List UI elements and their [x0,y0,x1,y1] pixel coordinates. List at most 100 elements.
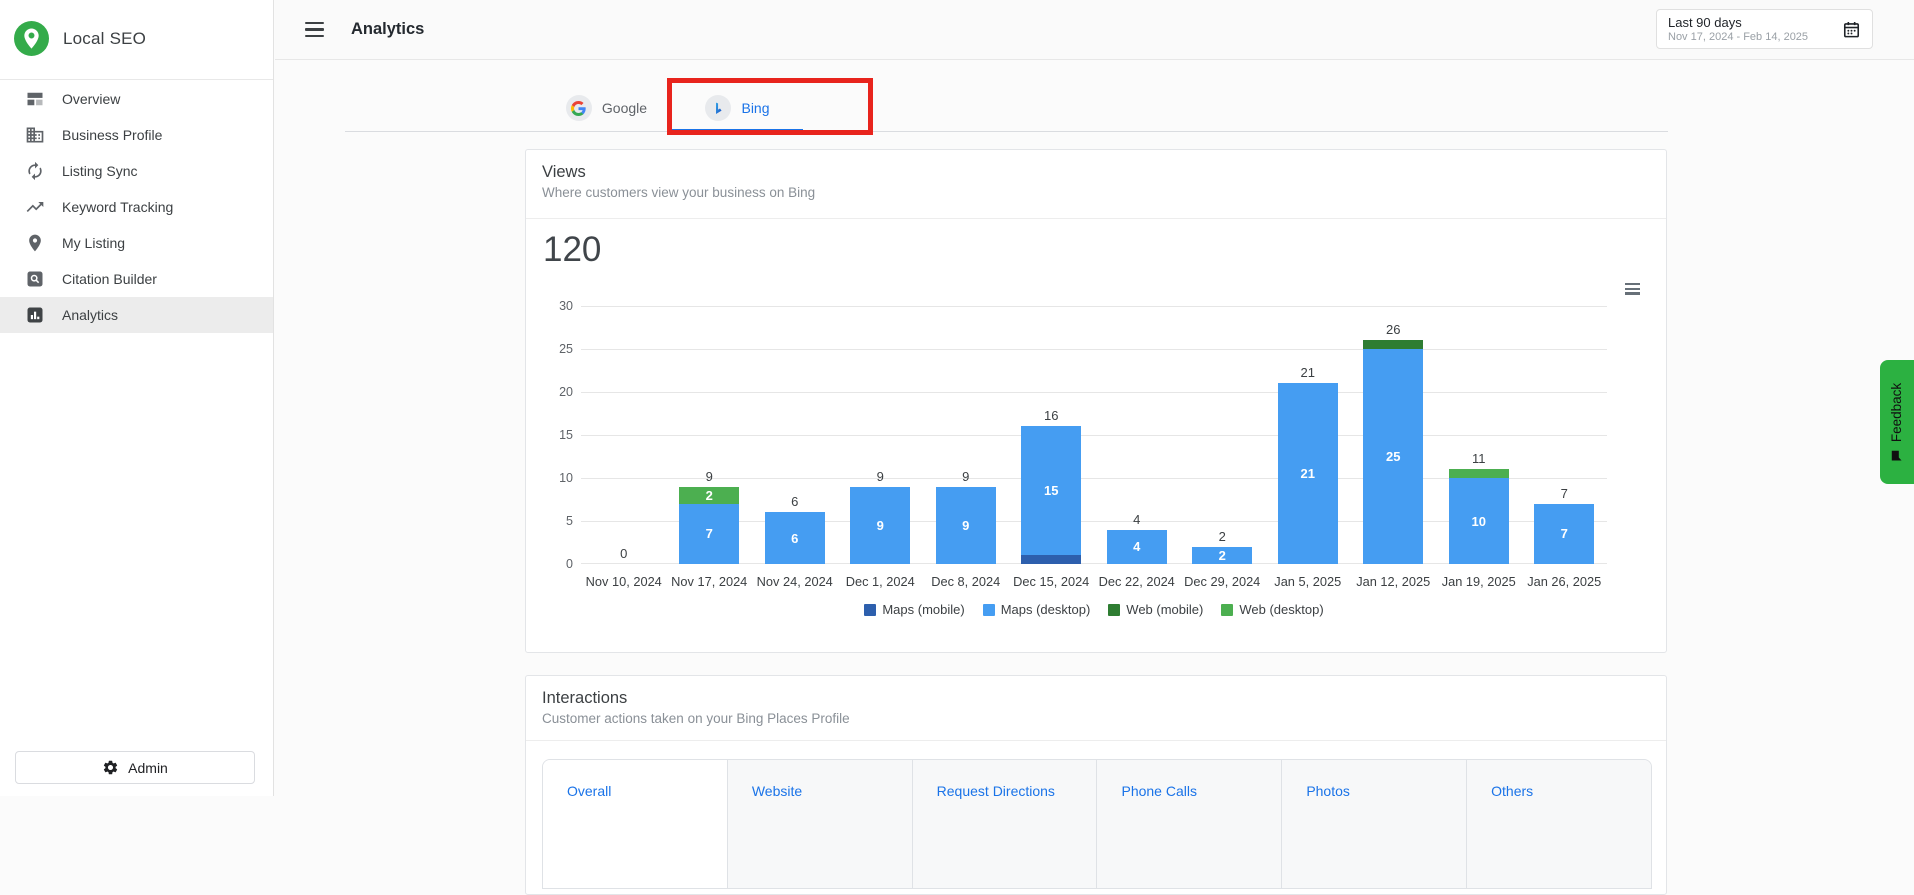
y-axis-tick: 10 [559,471,573,485]
bar-segment: 9 [850,486,911,564]
bar-segment: 4 [1106,529,1167,564]
sidebar-item-overview[interactable]: Overview [0,81,273,117]
legend-label: Web (mobile) [1126,602,1204,617]
bar-group: 99 [923,306,1009,564]
bar-group: 9 27 [667,306,753,564]
sidebar-nav: Overview Business Profile Listing Sync Keyw… [0,81,273,333]
x-axis-label: Dec 29, 2024 [1184,574,1261,589]
x-axis-label: Dec 8, 2024 [931,574,1001,589]
bar-segment: 10 [1448,478,1509,564]
bar-total-label: 4 [1133,511,1141,527]
date-range-picker[interactable]: Last 90 days Nov 17, 2024 - Feb 14, 2025 [1656,9,1873,49]
overview-icon [25,89,45,109]
y-axis-tick: 0 [566,557,573,571]
interactions-card-header: Interactions Customer actions taken on y… [526,676,1666,741]
date-range-value: Nov 17, 2024 - Feb 14, 2025 [1668,30,1809,43]
bar-group: 99 [838,306,924,564]
bar-segment: 7 [1534,503,1595,564]
tab-bing[interactable]: Bing [672,84,803,132]
sidebar-item-label: My Listing [62,235,126,251]
legend-label: Web (desktop) [1239,602,1324,617]
listing-sync-icon [25,161,45,181]
bar-total-label: 9 [705,468,713,484]
x-axis-label: Dec 15, 2024 [1013,574,1090,589]
bar-segment: 21 [1277,383,1338,564]
admin-button[interactable]: Admin [15,751,255,784]
app-root: Local SEO Overview Business Profile Listin… [0,0,1914,895]
tab-google-label: Google [601,100,648,116]
x-axis-label: Jan 5, 2025 [1274,574,1342,589]
views-card-header: Views Where customers view your business… [526,150,1666,219]
bar-group: 77 [1522,306,1608,564]
bar-total-label: 0 [620,546,628,561]
x-axis-label: Dec 1, 2024 [845,574,915,589]
x-axis-label: Dec 22, 2024 [1098,574,1175,589]
bar-segment: 25 [1363,349,1424,564]
x-axis-label: Jan 19, 2025 [1441,574,1516,589]
y-axis-tick: 20 [559,385,573,399]
page-title: Analytics [351,20,425,38]
bar-group: 21 21 [1265,306,1351,564]
interactions-tab-others[interactable]: Others [1467,760,1651,888]
tab-google[interactable]: Google [541,84,672,132]
legend-item[interactable]: Maps (mobile) [864,602,965,617]
legend-label: Maps (desktop) [1000,602,1091,617]
interactions-tab-bar: Overall Website Request Directions Phone Ca… [542,759,1652,889]
bar-total-label: 6 [791,494,799,510]
date-range-label: Last 90 days [1668,14,1742,30]
legend-item[interactable]: Web (mobile) [1108,602,1203,617]
business-profile-icon [25,125,45,145]
bar-group: 11 10 [1436,306,1522,564]
views-total: 120 [543,230,602,269]
bar-group: 66 [752,306,838,564]
google-logo-icon [565,95,592,121]
bar-segment: 7 [679,503,740,564]
bar-group: 44 [1094,306,1180,564]
chart-menu-icon[interactable] [1623,281,1642,297]
y-axis-tick: 15 [559,428,573,442]
bar-total-label: 11 [1472,451,1486,467]
sidebar-item-business-profile[interactable]: Business Profile [0,117,273,153]
sidebar-item-citation-builder[interactable]: Citation Builder [0,261,273,297]
interactions-tab-overall[interactable]: Overall [543,760,728,888]
menu-icon[interactable] [302,19,327,40]
legend-swatch [864,603,877,616]
bar-total-label: 26 [1386,322,1401,338]
legend-item[interactable]: Maps (desktop) [982,602,1091,617]
citation-builder-icon [25,269,45,289]
bar-total-label: 2 [1218,528,1226,544]
legend-item[interactable]: Web (desktop) [1221,602,1324,617]
sidebar-item-keyword-tracking[interactable]: Keyword Tracking [0,189,273,225]
bar-group: 22 [1180,306,1266,564]
sidebar-item-label: Analytics [62,307,119,323]
interactions-tab-photos[interactable]: Photos [1282,760,1468,888]
interactions-tab-phone-calls[interactable]: Phone Calls [1097,760,1283,888]
sidebar-item-label: Citation Builder [62,271,157,287]
gear-icon [102,759,119,776]
interactions-tab-website[interactable]: Website [727,760,913,888]
sidebar-item-label: Keyword Tracking [62,199,174,215]
views-card-subtitle: Where customers view your business on Bi… [542,185,816,200]
calendar-icon [1842,20,1861,39]
bar-segment [1363,340,1424,349]
bar-segment: 2 [1192,546,1253,564]
sidebar-divider [0,79,273,80]
bar-segment [1021,555,1082,564]
views-card: Views Where customers view your business… [525,149,1667,653]
sidebar-item-my-listing[interactable]: My Listing [0,225,273,261]
bar-segment: 9 [935,486,996,564]
interactions-tab-request-directions[interactable]: Request Directions [912,760,1098,888]
bing-logo-icon [705,95,732,121]
views-chart: 0 5 10 15 20 25 30 0 9 2 7 6 6 9 9 9 9 16 15 4 4 2 2 21 21 26 25 11… [559,299,1608,571]
x-axis-label: Jan 26, 2025 [1527,574,1602,589]
bar-segment: 15 [1021,426,1082,556]
x-axis-labels: Nov 10, 2024 Nov 17, 2024 Nov 24, 2024 Dec … [581,574,1607,589]
bar-total-label: 9 [962,468,970,484]
chart-legend: Maps (mobile) Maps (desktop) Web (mobile) W… [581,602,1607,617]
sidebar-item-analytics[interactable]: Analytics [0,297,273,333]
feedback-button[interactable]: Feedback [1880,360,1914,484]
legend-swatch [1221,603,1234,616]
sidebar-item-listing-sync[interactable]: Listing Sync [0,153,273,189]
x-axis-label: Nov 10, 2024 [585,574,662,589]
bar-segment: 6 [764,512,825,564]
